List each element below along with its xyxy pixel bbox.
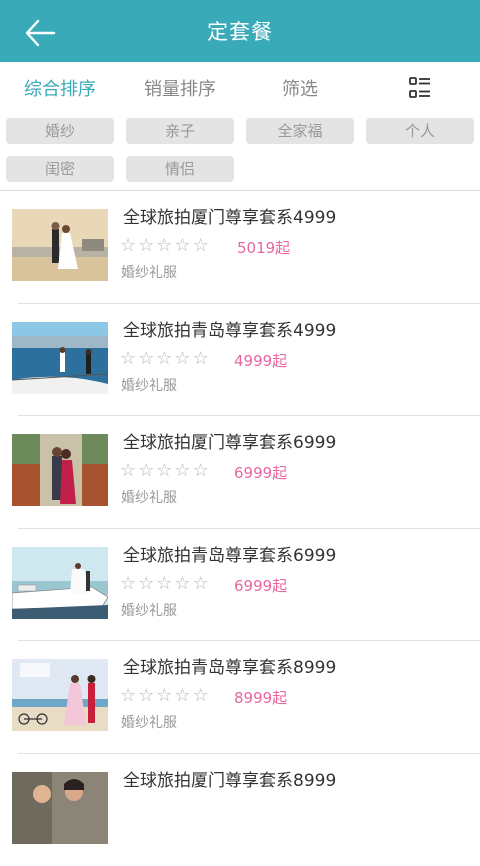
page-title: 定套餐 bbox=[207, 16, 273, 46]
star-icon: ☆ bbox=[120, 236, 136, 256]
list-item[interactable]: 全球旅拍青岛尊享套系8999 ☆ ☆ ☆ ☆ ☆ 8999起 婚纱礼服 bbox=[0, 641, 480, 754]
tag-personal[interactable]: 个人 bbox=[366, 118, 474, 144]
package-price: 5019起 bbox=[237, 237, 290, 258]
tag-wedding[interactable]: 婚纱 bbox=[6, 118, 114, 144]
star-icon: ☆ bbox=[120, 461, 136, 481]
package-title: 全球旅拍青岛尊享套系4999 bbox=[123, 316, 336, 341]
list-view-icon[interactable] bbox=[360, 76, 480, 100]
list-item[interactable]: 全球旅拍厦门尊享套系6999 ☆ ☆ ☆ ☆ ☆ 6999起 婚纱礼服 bbox=[0, 416, 480, 529]
star-icon: ☆ bbox=[156, 574, 172, 594]
package-title: 全球旅拍厦门尊享套系6999 bbox=[123, 428, 336, 453]
star-icon: ☆ bbox=[156, 686, 172, 706]
star-icon: ☆ bbox=[138, 349, 154, 369]
star-icon: ☆ bbox=[193, 686, 209, 706]
package-category: 婚纱礼服 bbox=[121, 262, 177, 282]
star-icon: ☆ bbox=[138, 236, 154, 256]
star-icon: ☆ bbox=[120, 574, 136, 594]
star-icon: ☆ bbox=[174, 686, 190, 706]
package-category: 婚纱礼服 bbox=[121, 600, 177, 620]
star-icon: ☆ bbox=[193, 236, 209, 256]
star-rating: ☆ ☆ ☆ ☆ ☆ bbox=[120, 236, 209, 256]
star-icon: ☆ bbox=[174, 574, 190, 594]
list-item[interactable]: 全球旅拍厦门尊享套系8999 bbox=[0, 754, 480, 866]
back-arrow-icon[interactable] bbox=[22, 15, 58, 51]
category-tags: 婚纱 亲子 全家福 个人 闺密 情侣 bbox=[6, 118, 476, 182]
star-icon: ☆ bbox=[193, 349, 209, 369]
package-title: 全球旅拍厦门尊享套系4999 bbox=[123, 203, 336, 228]
package-list: 全球旅拍厦门尊享套系4999 ☆ ☆ ☆ ☆ ☆ 5019起 婚纱礼服 bbox=[0, 191, 480, 866]
star-rating: ☆ ☆ ☆ ☆ ☆ bbox=[120, 686, 209, 706]
package-thumbnail bbox=[12, 322, 108, 394]
star-icon: ☆ bbox=[138, 574, 154, 594]
star-icon: ☆ bbox=[156, 349, 172, 369]
star-icon: ☆ bbox=[174, 236, 190, 256]
tab-comprehensive-sort[interactable]: 综合排序 bbox=[0, 75, 120, 101]
star-rating: ☆ ☆ ☆ ☆ ☆ bbox=[120, 461, 209, 481]
package-thumbnail bbox=[12, 659, 108, 731]
package-category: 婚纱礼服 bbox=[121, 375, 177, 395]
tab-sales-sort[interactable]: 销量排序 bbox=[120, 75, 240, 101]
package-thumbnail bbox=[12, 434, 108, 506]
star-icon: ☆ bbox=[138, 461, 154, 481]
tag-parent-child[interactable]: 亲子 bbox=[126, 118, 234, 144]
package-thumbnail bbox=[12, 209, 108, 281]
list-item[interactable]: 全球旅拍青岛尊享套系6999 ☆ ☆ ☆ ☆ ☆ 6999起 婚纱礼服 bbox=[0, 529, 480, 642]
package-title: 全球旅拍青岛尊享套系8999 bbox=[123, 653, 336, 678]
list-item[interactable]: 全球旅拍厦门尊享套系4999 ☆ ☆ ☆ ☆ ☆ 5019起 婚纱礼服 bbox=[0, 191, 480, 304]
package-price: 6999起 bbox=[234, 462, 287, 483]
star-icon: ☆ bbox=[174, 349, 190, 369]
star-icon: ☆ bbox=[156, 236, 172, 256]
star-icon: ☆ bbox=[120, 349, 136, 369]
list-item[interactable]: 全球旅拍青岛尊享套系4999 ☆ ☆ ☆ ☆ ☆ 4999起 婚纱礼服 bbox=[0, 304, 480, 417]
package-price: 8999起 bbox=[234, 687, 287, 708]
package-thumbnail bbox=[12, 772, 108, 844]
tag-couple[interactable]: 情侣 bbox=[126, 156, 234, 182]
package-thumbnail bbox=[12, 547, 108, 619]
package-title: 全球旅拍青岛尊享套系6999 bbox=[123, 541, 336, 566]
package-price: 4999起 bbox=[234, 350, 287, 371]
package-price: 6999起 bbox=[234, 575, 287, 596]
tag-bestie[interactable]: 闺密 bbox=[6, 156, 114, 182]
star-icon: ☆ bbox=[156, 461, 172, 481]
package-category: 婚纱礼服 bbox=[121, 487, 177, 507]
star-icon: ☆ bbox=[193, 461, 209, 481]
star-icon: ☆ bbox=[174, 461, 190, 481]
tab-filter[interactable]: 筛选 bbox=[240, 75, 360, 101]
sort-bar: 综合排序 销量排序 筛选 bbox=[0, 62, 480, 114]
tag-family[interactable]: 全家福 bbox=[246, 118, 354, 144]
package-category: 婚纱礼服 bbox=[121, 712, 177, 732]
app-header: 定套餐 bbox=[0, 0, 480, 62]
package-title: 全球旅拍厦门尊享套系8999 bbox=[123, 766, 336, 791]
star-icon: ☆ bbox=[138, 686, 154, 706]
star-icon: ☆ bbox=[193, 574, 209, 594]
star-rating: ☆ ☆ ☆ ☆ ☆ bbox=[120, 574, 209, 594]
star-icon: ☆ bbox=[120, 686, 136, 706]
star-rating: ☆ ☆ ☆ ☆ ☆ bbox=[120, 349, 209, 369]
